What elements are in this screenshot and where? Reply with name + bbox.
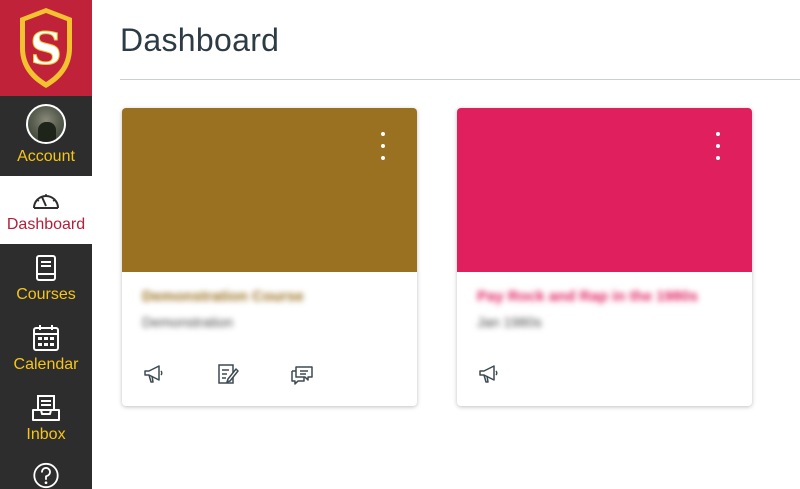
- course-name[interactable]: Demonstration Course: [142, 288, 304, 305]
- nav-label-account: Account: [17, 148, 75, 165]
- page-title: Dashboard: [120, 22, 280, 58]
- announcements-icon: [479, 365, 498, 383]
- inbox-icon: [32, 395, 60, 421]
- nav-label-courses: Courses: [16, 286, 76, 303]
- kebab-dot-icon: [381, 156, 385, 160]
- global-nav-sidebar: S Account Dashboard Courses Calendar Inb…: [0, 0, 92, 489]
- assignments-button[interactable]: [216, 362, 240, 386]
- discussions-icon: [291, 366, 313, 385]
- shield-logo-icon: S: [20, 8, 72, 88]
- avatar: [26, 104, 66, 144]
- title-divider: [120, 79, 800, 80]
- course-term: Jan 1980s: [477, 314, 542, 330]
- assignments-icon: [218, 364, 239, 384]
- nav-label-calendar: Calendar: [13, 356, 79, 373]
- kebab-dot-icon: [381, 132, 385, 136]
- book-icon: [36, 255, 56, 281]
- announcements-button[interactable]: [477, 362, 501, 386]
- card-options-button[interactable]: [706, 132, 730, 160]
- course-term: Demonstration: [142, 314, 234, 330]
- card-options-button[interactable]: [371, 132, 395, 160]
- card-actions: [477, 362, 551, 386]
- nav-item-account[interactable]: Account: [0, 96, 92, 176]
- course-name[interactable]: Pay Rock and Rap in the 1980s: [477, 288, 698, 305]
- kebab-dot-icon: [716, 144, 720, 148]
- course-card[interactable]: Demonstration Course Demonstration: [122, 108, 417, 406]
- help-icon: [33, 462, 59, 489]
- kebab-dot-icon: [716, 156, 720, 160]
- nav-label-dashboard: Dashboard: [6, 216, 86, 233]
- logo-letter: S: [30, 24, 62, 75]
- speedometer-icon: [33, 194, 59, 209]
- school-logo[interactable]: S: [0, 0, 92, 96]
- kebab-dot-icon: [381, 144, 385, 148]
- nav-item-inbox[interactable]: Inbox: [0, 386, 92, 456]
- kebab-dot-icon: [716, 132, 720, 136]
- nav-item-dashboard[interactable]: Dashboard: [0, 176, 92, 244]
- nav-item-courses[interactable]: Courses: [0, 244, 92, 314]
- nav-item-calendar[interactable]: Calendar: [0, 314, 92, 386]
- card-actions: [142, 362, 364, 386]
- discussions-button[interactable]: [290, 362, 314, 386]
- nav-item-help[interactable]: [0, 458, 92, 489]
- calendar-icon: [33, 325, 59, 351]
- nav-label-inbox: Inbox: [26, 426, 66, 443]
- announcements-button[interactable]: [142, 362, 166, 386]
- announcements-icon: [144, 365, 163, 383]
- course-card[interactable]: Pay Rock and Rap in the 1980s Jan 1980s: [457, 108, 752, 406]
